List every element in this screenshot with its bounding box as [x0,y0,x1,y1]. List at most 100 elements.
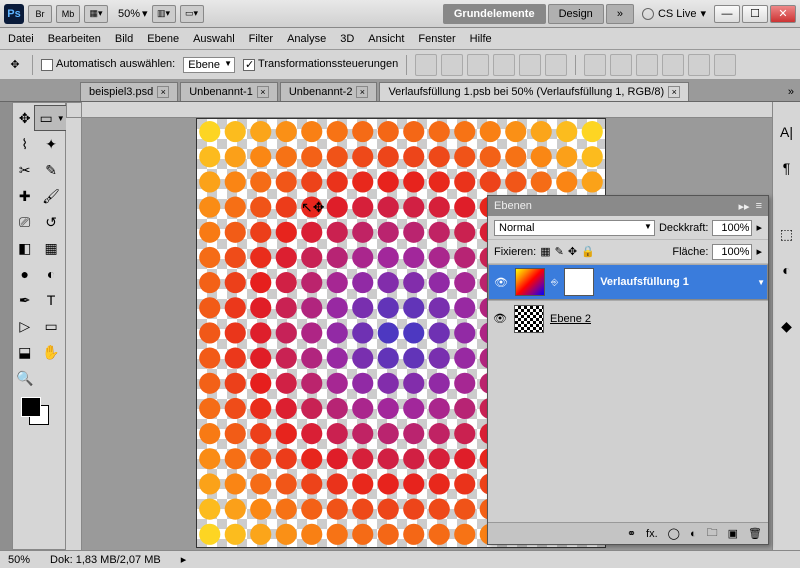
fx-icon[interactable]: fx. [646,528,658,540]
workspace-more[interactable]: » [606,4,634,24]
stamp-tool[interactable]: ⎚ [15,209,34,235]
tabs-overflow[interactable]: » [782,83,800,101]
panel-menu-icon[interactable]: ≡ [756,200,762,212]
align-left[interactable] [493,54,515,76]
color-swatches[interactable] [15,391,68,431]
eye-icon[interactable]: 👁 [492,311,508,327]
folder-icon[interactable]: 🗀 [707,524,718,543]
maximize-button[interactable]: ☐ [742,5,768,23]
link-layers-icon[interactable]: ⚭ [627,527,636,540]
dist-1[interactable] [584,54,606,76]
menu-ansicht[interactable]: Ansicht [368,33,404,45]
close-icon[interactable]: × [356,86,368,98]
lock-position-icon[interactable]: ✥ [568,245,577,258]
layer-thumb-pattern[interactable] [514,305,544,333]
dist-5[interactable] [688,54,710,76]
menu-bild[interactable]: Bild [115,33,133,45]
menu-bearbeiten[interactable]: Bearbeiten [48,33,101,45]
wand-tool[interactable]: ✦ [34,131,67,157]
zoom-tool[interactable]: 🔍 [15,365,34,391]
align-right[interactable] [545,54,567,76]
menu-auswahl[interactable]: Auswahl [193,33,235,45]
align-vcenter[interactable] [441,54,463,76]
lock-transparent-icon[interactable]: ▦ [540,245,550,258]
auto-select-checkbox[interactable]: Automatisch auswählen: [41,58,175,70]
view-extras-button[interactable]: ▦▾ [84,5,108,23]
align-bottom[interactable] [467,54,489,76]
minibridge-button[interactable]: Mb [56,5,80,23]
tab-beispiel3[interactable]: beispiel3.psd× [80,82,178,101]
layer-thumb-gradient[interactable] [515,268,545,296]
blend-mode-select[interactable]: Normal [494,220,655,236]
menu-fenster[interactable]: Fenster [418,33,455,45]
minimize-button[interactable]: — [714,5,740,23]
workspace-essentials[interactable]: Grundelemente [443,4,546,24]
gradient-tool[interactable]: ▦ [34,235,67,261]
ruler-horizontal[interactable] [82,102,772,118]
navigator-panel-icon[interactable]: ⬚ [777,224,797,244]
dist-4[interactable] [662,54,684,76]
layers-panel[interactable]: Ebenen ▸▸ ≡ Normal Deckkraft: 100% ▸ Fix… [487,195,769,545]
layer-row[interactable]: 👁 Ebene 2 [488,300,768,336]
transform-controls-checkbox[interactable]: ✓Transformationssteuerungen [243,58,398,70]
status-doc-size[interactable]: Dok: 1,83 MB/2,07 MB [50,554,161,566]
close-icon[interactable]: × [157,86,169,98]
eraser-tool[interactable]: ◧ [15,235,34,261]
zoom-level[interactable]: 50%▾ [116,7,148,20]
auto-select-target[interactable]: Ebene [183,57,235,73]
lock-all-icon[interactable]: 🔒 [581,245,595,258]
panel-header[interactable]: Ebenen ▸▸ ≡ [488,196,768,216]
chevron-right-icon[interactable]: ▸ [756,245,762,258]
ruler-vertical[interactable] [66,118,82,550]
layer-mask-thumb[interactable] [564,268,594,296]
cslive-button[interactable]: CS Live▾ [642,7,706,20]
dodge-tool[interactable]: ◐ [34,261,67,287]
eye-icon[interactable]: 👁 [493,274,509,290]
marquee-tool[interactable]: ▭ [34,105,67,131]
pen-tool[interactable]: ✒ [15,287,34,313]
new-layer-icon[interactable]: ▣ [728,527,738,540]
chevron-right-icon[interactable]: ▸ [181,553,187,566]
menu-3d[interactable]: 3D [340,33,354,45]
layer-row[interactable]: 👁 ⎆ Verlaufsfüllung 1 [488,264,768,300]
type-tool[interactable]: T [34,287,67,313]
status-zoom[interactable]: 50% [8,554,30,566]
character-panel-icon[interactable]: A| [777,122,797,142]
mask-icon[interactable]: ◯ [668,527,680,540]
panel-collapse-icon[interactable]: ▸▸ [739,200,750,213]
adjustments-panel-icon[interactable]: ◐ [777,260,797,280]
chevron-right-icon[interactable]: ▸ [756,221,762,234]
menu-filter[interactable]: Filter [249,33,273,45]
brush-tool[interactable]: 🖌 [34,183,67,209]
lock-pixels-icon[interactable]: ✎ [555,245,564,258]
heal-tool[interactable]: ✚ [15,183,34,209]
dist-6[interactable] [714,54,736,76]
move-tool-icon[interactable]: ✥ [6,56,24,74]
hand-tool[interactable]: ✋ [34,339,67,365]
paragraph-panel-icon[interactable]: ¶ [777,158,797,178]
workspace-design[interactable]: Design [548,4,604,24]
dist-3[interactable] [636,54,658,76]
blur-tool[interactable]: ● [15,261,34,287]
crop-tool[interactable]: ✂ [15,157,34,183]
layer-name[interactable]: Verlaufsfüllung 1 [600,276,689,288]
arrange-docs-button[interactable]: ▥▾ [152,5,176,23]
eyedropper-tool[interactable]: ✎ [34,157,67,183]
opacity-input[interactable]: 100% [712,220,752,236]
close-button[interactable]: ✕ [770,5,796,23]
lasso-tool[interactable]: ⌇ [15,131,34,157]
tab-unbenannt2[interactable]: Unbenannt-2× [280,82,378,101]
adjustment-icon[interactable]: ◐ [690,528,697,540]
close-icon[interactable]: × [257,86,269,98]
screen-mode-button[interactable]: ▭▾ [180,5,204,23]
bridge-button[interactable]: Br [28,5,52,23]
menu-ebene[interactable]: Ebene [147,33,179,45]
close-icon[interactable]: × [668,86,680,98]
dist-2[interactable] [610,54,632,76]
trash-icon[interactable]: 🗑 [748,527,762,540]
fill-input[interactable]: 100% [712,244,752,260]
align-hcenter[interactable] [519,54,541,76]
path-tool[interactable]: ▷ [15,313,34,339]
foreground-color[interactable] [21,397,41,417]
history-brush-tool[interactable]: ↺ [34,209,67,235]
